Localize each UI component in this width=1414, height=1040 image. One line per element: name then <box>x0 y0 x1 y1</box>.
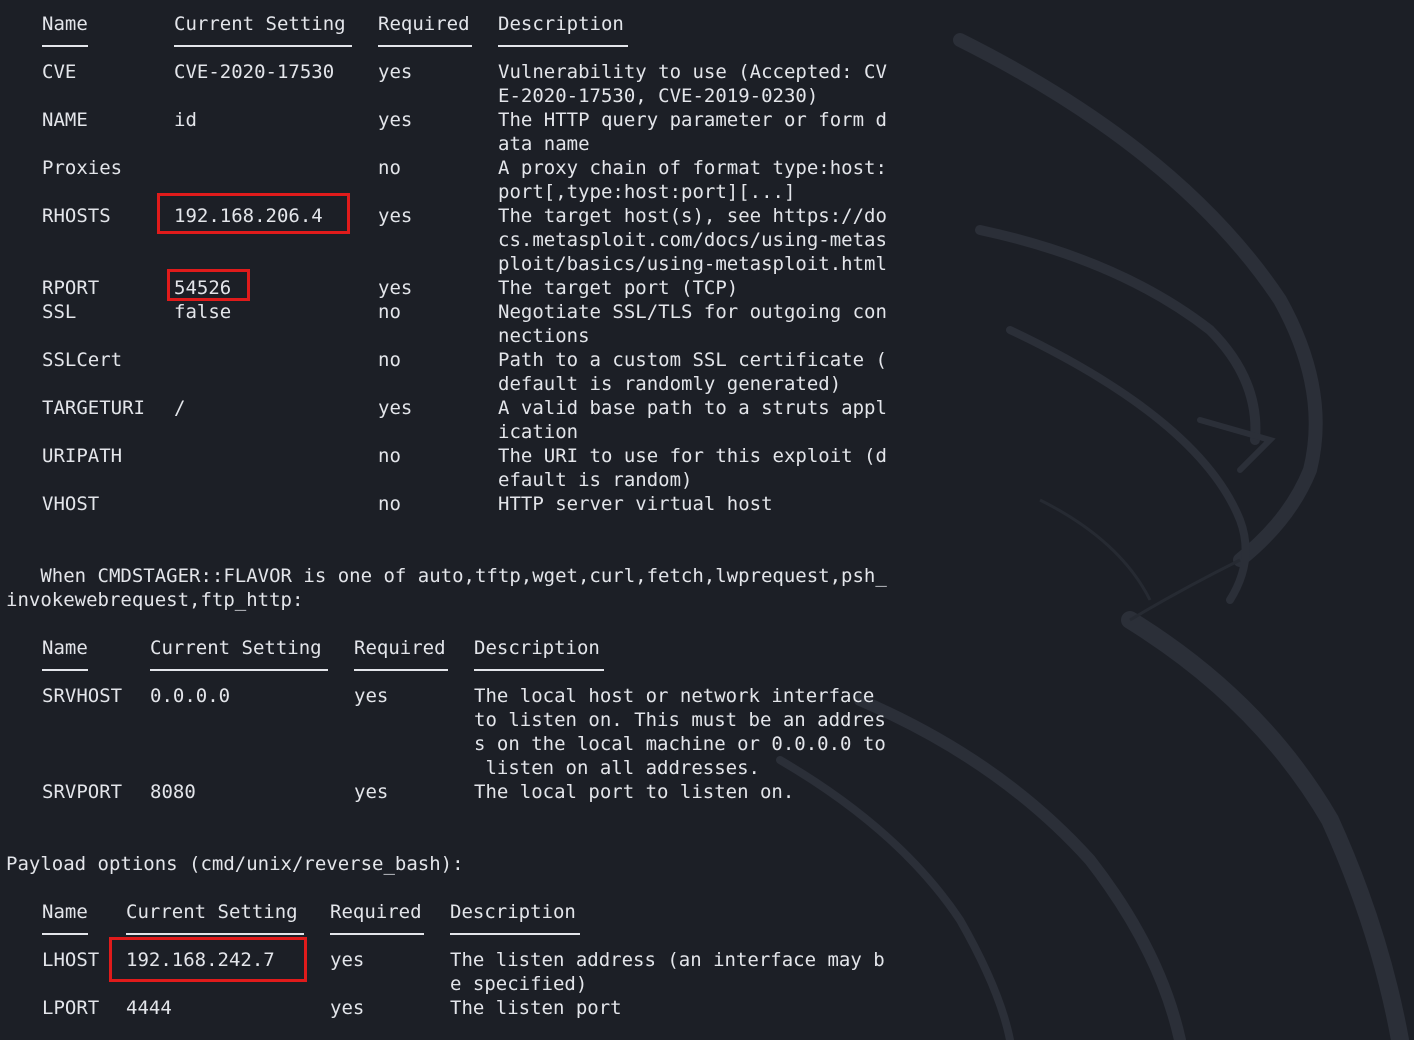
option-setting: CVE-2020-17530 <box>174 61 335 83</box>
option-description: to listen on. This must be an addres <box>474 709 886 731</box>
header-underline <box>450 933 580 935</box>
option-name: RPORT <box>42 277 100 299</box>
col-header-name: Name <box>42 13 88 35</box>
header-underline <box>174 45 352 47</box>
option-setting: / <box>174 397 186 419</box>
col-header-name: Name <box>42 901 88 923</box>
option-description: The URI to use for this exploit (d <box>498 445 887 467</box>
option-description: The target host(s), see https://do <box>498 205 887 227</box>
cmdstager-note: invokewebrequest,ftp_http: <box>6 589 304 611</box>
header-underline <box>150 669 328 671</box>
rhosts-highlight-box <box>157 193 350 234</box>
option-setting: 0.0.0.0 <box>150 685 231 707</box>
option-description: The target port (TCP) <box>498 277 739 299</box>
header-underline <box>498 45 628 47</box>
header-underline <box>474 669 604 671</box>
option-description: Negotiate SSL/TLS for outgoing con <box>498 301 887 323</box>
option-required: yes <box>378 61 413 83</box>
option-setting: 8080 <box>150 781 196 803</box>
terminal-output: Name Current Setting Required Descriptio… <box>0 0 1414 1040</box>
header-underline <box>330 933 424 935</box>
option-description: The local port to listen on. <box>474 781 795 803</box>
col-header-description: Description <box>450 901 576 923</box>
option-name: VHOST <box>42 493 100 515</box>
option-description: The local host or network interface <box>474 685 875 707</box>
option-setting: id <box>174 109 197 131</box>
header-underline <box>42 933 88 935</box>
option-description: efault is random) <box>498 469 693 491</box>
option-name: URIPATH <box>42 445 123 467</box>
option-description: port[,type:host:port][...] <box>498 181 796 203</box>
col-header-current-setting: Current Setting <box>150 637 322 659</box>
header-underline <box>42 669 88 671</box>
payload-options-title: Payload options (cmd/unix/reverse_bash): <box>6 853 464 875</box>
header-underline <box>126 933 304 935</box>
option-description: e specified) <box>450 973 588 995</box>
option-name: TARGETURI <box>42 397 145 419</box>
option-required: yes <box>378 205 413 227</box>
option-description: s on the local machine or 0.0.0.0 to <box>474 733 886 755</box>
header-underline <box>354 669 448 671</box>
option-setting: false <box>174 301 232 323</box>
col-header-required: Required <box>330 901 422 923</box>
option-required: yes <box>354 781 389 803</box>
option-required: no <box>378 157 401 179</box>
option-required: no <box>378 349 401 371</box>
col-header-description: Description <box>498 13 624 35</box>
option-required: no <box>378 445 401 467</box>
option-required: no <box>378 301 401 323</box>
col-header-required: Required <box>378 13 470 35</box>
option-description: ata name <box>498 133 590 155</box>
option-name: SSL <box>42 301 77 323</box>
rport-highlight-box <box>167 269 250 301</box>
cmdstager-note: When CMDSTAGER::FLAVOR is one of auto,tf… <box>6 565 887 587</box>
option-name: NAME <box>42 109 88 131</box>
option-description: The listen address (an interface may b <box>450 949 885 971</box>
option-required: yes <box>354 685 389 707</box>
option-name: SSLCert <box>42 349 123 371</box>
option-description: default is randomly generated) <box>498 373 842 395</box>
option-name: LPORT <box>42 997 100 1019</box>
option-description: HTTP server virtual host <box>498 493 773 515</box>
option-required: yes <box>330 949 365 971</box>
option-required: yes <box>378 109 413 131</box>
option-required: yes <box>330 997 365 1019</box>
option-description: ication <box>498 421 579 443</box>
option-description: Path to a custom SSL certificate ( <box>498 349 887 371</box>
option-required: no <box>378 493 401 515</box>
option-name: LHOST <box>42 949 100 971</box>
col-header-description: Description <box>474 637 600 659</box>
option-setting: 4444 <box>126 997 172 1019</box>
option-name: CVE <box>42 61 77 83</box>
option-description: listen on all addresses. <box>474 757 760 779</box>
option-description: The listen port <box>450 997 622 1019</box>
option-description: nections <box>498 325 590 347</box>
lhost-highlight-box <box>109 937 307 982</box>
option-description: Vulnerability to use (Accepted: CV <box>498 61 887 83</box>
option-description: A proxy chain of format type:host: <box>498 157 887 179</box>
option-description: cs.metasploit.com/docs/using-metas <box>498 229 887 251</box>
header-underline <box>378 45 472 47</box>
header-underline <box>42 45 88 47</box>
option-description: A valid base path to a struts appl <box>498 397 887 419</box>
col-header-required: Required <box>354 637 446 659</box>
option-name: Proxies <box>42 157 123 179</box>
option-required: yes <box>378 277 413 299</box>
col-header-current-setting: Current Setting <box>174 13 346 35</box>
option-description: ploit/basics/using-metasploit.html <box>498 253 887 275</box>
option-required: yes <box>378 397 413 419</box>
option-description: The HTTP query parameter or form d <box>498 109 887 131</box>
col-header-name: Name <box>42 637 88 659</box>
option-name: RHOSTS <box>42 205 111 227</box>
option-name: SRVPORT <box>42 781 123 803</box>
option-name: SRVHOST <box>42 685 123 707</box>
option-description: E-2020-17530, CVE-2019-0230) <box>498 85 819 107</box>
col-header-current-setting: Current Setting <box>126 901 298 923</box>
